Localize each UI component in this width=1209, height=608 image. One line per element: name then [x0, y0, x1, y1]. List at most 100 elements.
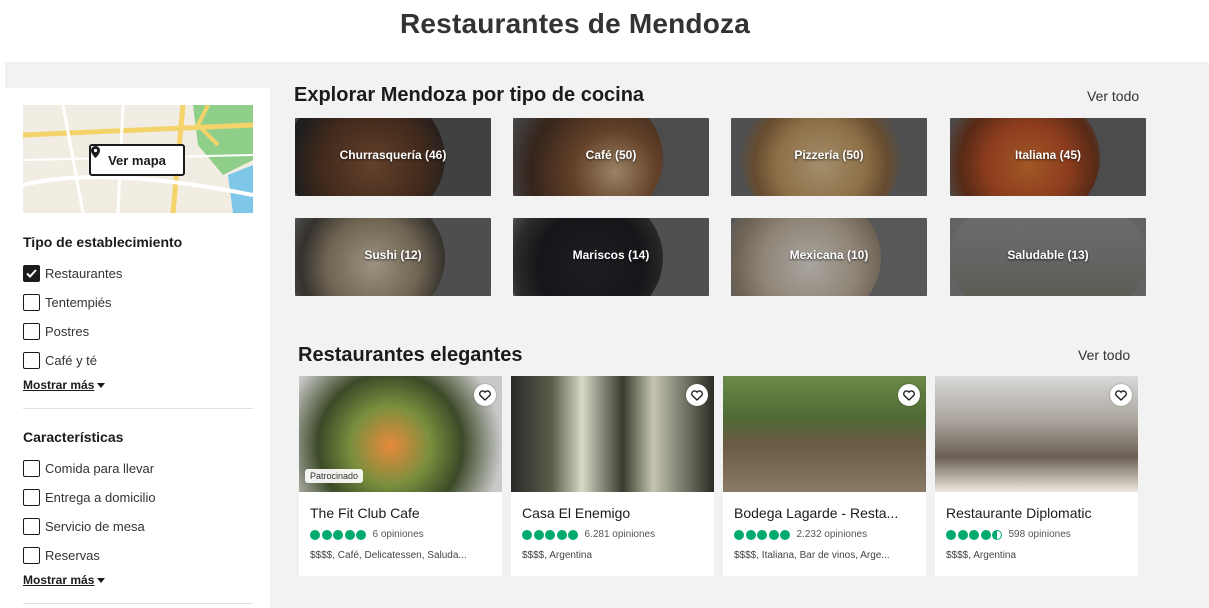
filter-option-postres[interactable]: Postres	[23, 317, 263, 346]
cuisine-section-title: Explorar Mendoza por tipo de cocina	[294, 84, 645, 106]
filter-option-label: Tentempiés	[45, 295, 112, 310]
restaurant-card[interactable]: Bodega Lagarde - Resta... 2.232 opinione…	[723, 376, 926, 576]
restaurant-card[interactable]: Patrocinado The Fit Club Cafe 6 opinione…	[299, 376, 502, 576]
caret-down-icon	[97, 577, 106, 583]
rating-bubble-icon	[768, 529, 779, 540]
restaurant-photo	[935, 376, 1138, 492]
checkbox[interactable]	[23, 460, 40, 477]
rating-bubble-icon	[321, 529, 332, 540]
restaurant-card[interactable]: Casa El Enemigo 6.281 opiniones $$$$, Ar…	[511, 376, 714, 576]
heart-icon	[1115, 389, 1127, 401]
filter-option-restaurantes[interactable]: Restaurantes	[23, 259, 263, 288]
rating-bubble-icon	[344, 529, 355, 540]
cuisine-tile-saludable[interactable]: Saludable (13)	[950, 218, 1146, 296]
review-count[interactable]: 598 opiniones	[1009, 529, 1071, 540]
rating-bubbles: 598 opiniones	[946, 529, 1071, 540]
rating-bubbles: 6 opiniones	[310, 529, 424, 540]
rating-bubble-icon	[333, 529, 343, 540]
cuisine-tile-mexicana[interactable]: Mexicana (10)	[731, 218, 927, 296]
cuisine-label: Italiana (45)	[1014, 148, 1082, 162]
restaurant-name[interactable]: Restaurante Diplomatic	[946, 505, 1131, 521]
rating-bubbles: 6.281 opiniones	[522, 529, 655, 540]
cuisine-tile-italiana[interactable]: Italiana (45)	[950, 118, 1146, 196]
filter-option-label: Servicio de mesa	[45, 519, 145, 534]
restaurant-meta: $$$$, Argentina	[946, 550, 1017, 561]
checkbox[interactable]	[23, 265, 40, 282]
checkbox[interactable]	[23, 518, 40, 535]
view-map-button[interactable]: Ver mapa	[89, 144, 185, 176]
restaurant-name[interactable]: Casa El Enemigo	[522, 505, 707, 521]
cuisine-see-all-link[interactable]: Ver todo	[1087, 88, 1139, 104]
show-more-features[interactable]: Mostrar más	[23, 573, 106, 587]
establishment-filter-title: Tipo de establecimiento	[23, 234, 183, 250]
filter-option-cafe-te[interactable]: Café y té	[23, 346, 263, 375]
heart-icon	[903, 389, 915, 401]
rating-bubble-icon	[957, 529, 968, 540]
checkbox[interactable]	[23, 489, 40, 506]
checkbox[interactable]	[23, 547, 40, 564]
rating-bubble-icon	[969, 529, 979, 540]
filter-option-label: Comida para llevar	[45, 461, 155, 476]
map-pin-icon	[91, 146, 100, 158]
filter-option-tentempies[interactable]: Tentempiés	[23, 288, 263, 317]
rating-bubble-icon	[310, 529, 320, 540]
view-map-label: Ver mapa	[108, 152, 166, 168]
rating-bubble-icon	[522, 529, 532, 540]
filter-option-reservas[interactable]: Reservas	[23, 541, 263, 570]
cuisine-tile-mariscos[interactable]: Mariscos (14)	[513, 218, 709, 296]
cuisine-tile-cafe[interactable]: Café (50)	[513, 118, 709, 196]
checkbox[interactable]	[23, 323, 40, 340]
rating-bubble-icon	[946, 529, 956, 540]
review-count[interactable]: 6 opiniones	[373, 529, 424, 540]
filter-option-servicio-de-mesa[interactable]: Servicio de mesa	[23, 512, 263, 541]
restaurant-meta: $$$$, Italiana, Bar de vinos, Arge...	[734, 550, 890, 561]
save-heart-button[interactable]	[898, 384, 920, 406]
cuisine-tile-pizzeria[interactable]: Pizzería (50)	[731, 118, 927, 196]
checkbox[interactable]	[23, 352, 40, 369]
restaurant-card[interactable]: Restaurante Diplomatic 598 opiniones $$$…	[935, 376, 1138, 576]
sponsored-badge: Patrocinado	[305, 469, 364, 483]
checkmark-icon	[26, 269, 37, 278]
cuisine-label: Sushi (12)	[364, 248, 422, 262]
cuisine-label: Mariscos (14)	[572, 248, 650, 262]
show-more-label: Mostrar más	[23, 573, 95, 587]
establishment-filter: Tipo de establecimiento Restaurantes Ten…	[23, 234, 263, 394]
rating-half-bubble-icon	[992, 529, 1002, 540]
restaurant-name[interactable]: Bodega Lagarde - Resta...	[734, 505, 919, 521]
map-preview[interactable]: Ver mapa	[23, 105, 253, 213]
rating-bubble-icon	[545, 529, 555, 540]
filter-option-label: Reservas	[45, 548, 100, 563]
caret-down-icon	[97, 382, 106, 388]
restaurant-meta: $$$$, Café, Delicatessen, Saluda...	[310, 550, 467, 561]
rating-bubble-icon	[568, 529, 578, 540]
checkbox[interactable]	[23, 294, 40, 311]
filters-sidebar: Ver mapa Tipo de establecimiento Restaur…	[5, 88, 270, 608]
filter-option-label: Café y té	[45, 353, 98, 368]
restaurant-meta: $$$$, Argentina	[522, 550, 593, 561]
restaurant-name[interactable]: The Fit Club Cafe	[310, 505, 495, 521]
elegant-see-all-link[interactable]: Ver todo	[1078, 347, 1130, 363]
review-count[interactable]: 2.232 opiniones	[797, 529, 868, 540]
rating-bubble-icon	[745, 529, 756, 540]
cuisine-label: Churrasquería (46)	[339, 148, 447, 162]
rating-bubble-icon	[556, 529, 567, 540]
filter-option-label: Restaurantes	[45, 266, 123, 281]
show-more-label: Mostrar más	[23, 378, 95, 392]
filter-option-entrega-a-domicilio[interactable]: Entrega a domicilio	[23, 483, 263, 512]
save-heart-button[interactable]	[686, 384, 708, 406]
elegant-section-title: Restaurantes elegantes	[298, 344, 523, 366]
show-more-establishment[interactable]: Mostrar más	[23, 378, 106, 392]
heart-icon	[691, 389, 703, 401]
filter-option-comida-para-llevar[interactable]: Comida para llevar	[23, 454, 263, 483]
cuisine-label: Pizzería (50)	[794, 148, 864, 162]
cuisine-tile-churrasqueria[interactable]: Churrasquería (46)	[295, 118, 491, 196]
filter-divider	[23, 603, 253, 604]
heart-icon	[479, 389, 491, 401]
save-heart-button[interactable]	[474, 384, 496, 406]
rating-bubble-icon	[533, 529, 544, 540]
review-count[interactable]: 6.281 opiniones	[585, 529, 656, 540]
restaurant-photo	[723, 376, 926, 492]
filter-option-label: Entrega a domicilio	[45, 490, 156, 505]
cuisine-tile-sushi[interactable]: Sushi (12)	[295, 218, 491, 296]
save-heart-button[interactable]	[1110, 384, 1132, 406]
